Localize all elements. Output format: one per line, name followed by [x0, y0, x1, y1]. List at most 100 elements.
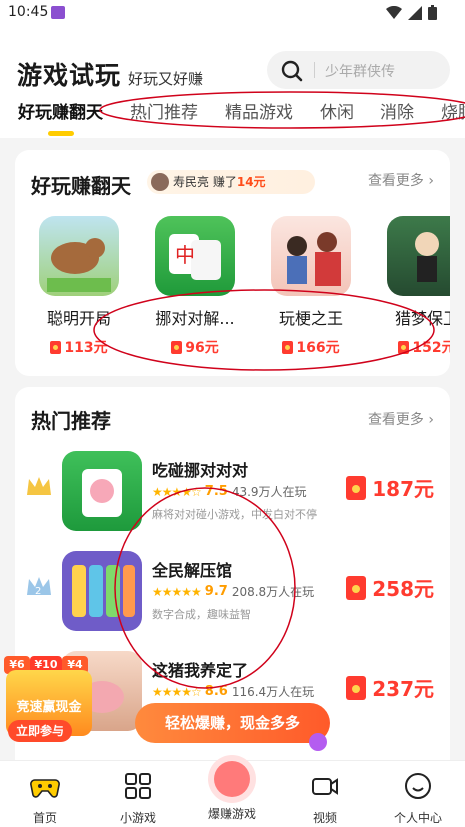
crown-silver-icon: 2: [27, 577, 51, 597]
money-icon[interactable]: [208, 755, 256, 803]
game-reward: 152元: [385, 337, 450, 357]
rating-stars: ★★★★★: [152, 584, 202, 599]
earn-toast: 轻松爆赚，现金多多: [135, 703, 330, 751]
list-item[interactable]: 吃碰挪对对对 ★★★★☆ 7.5 43.9万人在玩 麻将对对碰小游戏，中发白对不停 …: [15, 443, 450, 539]
game-reward: 113元: [37, 337, 121, 357]
game-meta: ★★★★☆ 7.5 43.9万人在玩: [152, 483, 307, 500]
nav-home[interactable]: 首页: [5, 771, 85, 826]
list-item[interactable]: 2 全民解压馆 ★★★★★ 9.7 208.8万人在玩 数字合成，趣味益智 258元: [15, 543, 450, 639]
search-divider: [314, 62, 315, 78]
game-icon-dream: [387, 216, 450, 296]
tab-match[interactable]: 消除: [380, 98, 414, 123]
search-bar[interactable]: 少年群侠传: [267, 51, 450, 89]
game-meta: ★★★★☆ 8.6 116.4万人在玩: [152, 683, 314, 700]
game-card[interactable]: 玩梗之王 166元: [269, 216, 353, 357]
money-icon-inner: [214, 761, 250, 797]
rating-score: 8.6: [204, 684, 228, 699]
category-tabs: 好玩赚翻天 热门推荐 精品游戏 休闲 消除 烧脑: [0, 98, 465, 134]
game-name: 玩梗之王: [278, 309, 343, 328]
nav-label: 视频: [312, 811, 337, 825]
battery-icon: [428, 5, 437, 20]
prize: 187元: [346, 473, 434, 502]
profile-icon: [405, 773, 431, 799]
page-subtitle: 好玩又好赚: [128, 70, 204, 88]
hot-more-link[interactable]: 查看更多 ›: [368, 409, 434, 429]
toast-decor-dot: [309, 733, 327, 751]
reward-value: 113元: [64, 340, 108, 356]
crown-gold-icon: [27, 477, 51, 495]
game-desc: 麻将对对碰小游戏，中发白对不停: [152, 508, 317, 521]
bottom-nav: 首页 小游戏 爆赚游戏 视频 个人中心: [0, 755, 465, 827]
prize-value: 237元: [372, 677, 434, 701]
rating-score: 7.5: [204, 484, 228, 499]
reward-value: 166元: [296, 340, 340, 356]
active-tab-indicator: [48, 131, 74, 136]
game-reward: 166元: [269, 337, 353, 357]
nav-label: 个人中心: [393, 811, 442, 825]
redpacket-icon: [346, 475, 367, 500]
game-card[interactable]: 聪明开局 113元: [37, 216, 121, 357]
nav-label: 小游戏: [119, 811, 156, 825]
tab-premium[interactable]: 精品游戏: [225, 98, 293, 123]
page-title: 游戏试玩: [17, 61, 122, 90]
redpacket-icon: [171, 340, 183, 354]
toast-text: 轻松爆赚，现金多多: [164, 714, 300, 732]
prize: 258元: [346, 573, 434, 602]
game-icon-sort: [62, 551, 142, 631]
system-icons: [386, 5, 437, 20]
more-label: 查看更多: [367, 173, 424, 189]
rating-stars: ★★★★☆: [152, 484, 202, 499]
prize: 237元: [346, 673, 434, 702]
promo-title: 竞速赢现金: [16, 700, 82, 715]
nav-profile[interactable]: 个人中心: [378, 771, 458, 826]
svg-text:中: 中: [175, 243, 195, 267]
earn-ticker: 寿民亮 赚了14元: [147, 170, 315, 194]
prize-value: 187元: [372, 477, 434, 501]
race-promo-widget[interactable]: ¥6 ¥10 ¥4 竞速赢现金 立即参与: [0, 650, 95, 745]
game-name: 挪对对解...: [155, 309, 235, 328]
rating-score: 9.7: [204, 584, 228, 599]
redpacket-icon: [346, 675, 367, 700]
tab-earn[interactable]: 好玩赚翻天: [18, 98, 103, 123]
gamepad-icon: [30, 779, 60, 798]
earn-amount: 14元: [236, 175, 266, 189]
game-title: 这猪我养定了: [152, 661, 249, 680]
app-notification-icon: [51, 6, 65, 19]
grid-icon: [125, 773, 151, 799]
prize-value: 258元: [372, 577, 434, 601]
search-placeholder[interactable]: 少年群侠传: [325, 61, 395, 81]
status-time: 10:45: [8, 4, 49, 20]
redpacket-icon: [50, 340, 62, 354]
earn-more-link[interactable]: 查看更多 ›: [368, 170, 434, 190]
game-card[interactable]: 中 挪对对解... 96元: [153, 216, 237, 357]
svg-text:2: 2: [35, 586, 41, 597]
tab-brain[interactable]: 烧脑: [441, 98, 465, 123]
game-title: 吃碰挪对对对: [152, 461, 249, 480]
video-icon: [312, 778, 338, 795]
nav-mini-games[interactable]: 小游戏: [98, 771, 178, 826]
tab-hot[interactable]: 热门推荐: [130, 98, 198, 123]
reward-value: 96元: [185, 340, 219, 356]
signal-icon: [408, 5, 422, 20]
game-meta: ★★★★★ 9.7 208.8万人在玩: [152, 583, 314, 600]
nav-label: 爆赚游戏: [207, 807, 256, 821]
game-icon-mahjong-pig: [62, 451, 142, 531]
redpacket-icon: [398, 340, 410, 354]
earn-section-title: 好玩赚翻天: [31, 174, 131, 198]
player-count: 208.8万人在玩: [231, 585, 315, 599]
game-card[interactable]: 猎梦保卫 152元: [385, 216, 450, 357]
game-desc: 数字合成，趣味益智: [152, 608, 251, 621]
promo-join-button[interactable]: 立即参与: [8, 720, 72, 742]
game-name: 聪明开局: [46, 309, 111, 328]
nav-label: 首页: [32, 811, 57, 825]
reward-value: 152元: [412, 340, 450, 356]
hot-section-title: 热门推荐: [31, 409, 111, 433]
more-label: 查看更多: [367, 412, 424, 428]
rating-stars: ★★★★☆: [152, 684, 202, 699]
nav-video[interactable]: 视频: [285, 771, 365, 826]
avatar: [151, 173, 169, 191]
game-icon-mahjong: 中: [155, 216, 235, 296]
redpacket-icon: [346, 575, 367, 600]
wifi-icon: [386, 5, 402, 19]
tab-casual[interactable]: 休闲: [320, 98, 354, 123]
